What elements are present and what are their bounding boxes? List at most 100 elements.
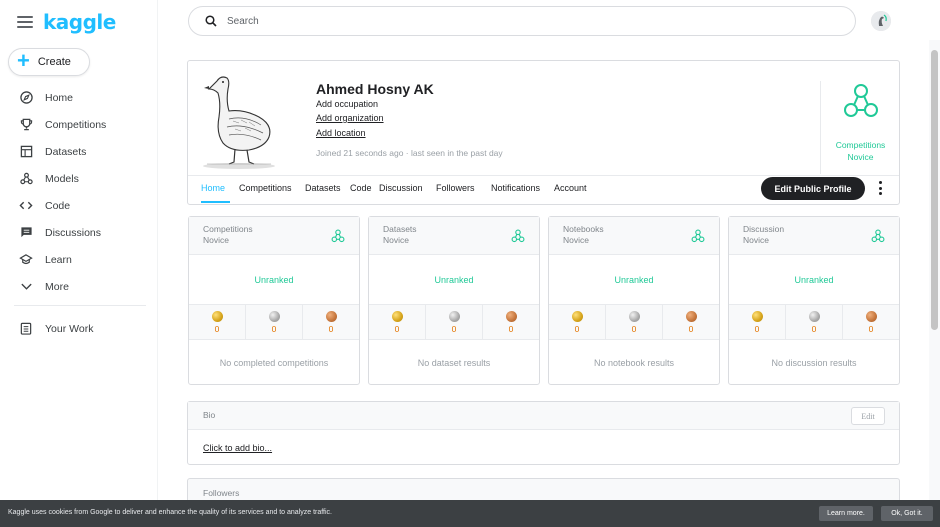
create-label: Create	[37, 56, 71, 68]
tab-account[interactable]: Account	[554, 183, 587, 193]
tier-level: Novice	[847, 152, 874, 162]
sidebar-item-label: Learn	[45, 253, 72, 266]
stats-card-notebooks: Notebooks Novice Unranked 0 0 0 No notebook re…	[548, 216, 720, 385]
profile-tabs: Home Competitions Datasets Code Discussi…	[188, 175, 899, 205]
tab-followers[interactable]: Followers	[436, 183, 475, 193]
kaggle-logo[interactable]: kaggle	[43, 10, 116, 34]
add-location-link[interactable]: Add location	[316, 128, 366, 138]
tab-notifications[interactable]: Notifications	[491, 183, 540, 193]
tab-datasets[interactable]: Datasets	[305, 183, 341, 193]
silver-medal-icon	[268, 311, 280, 322]
sidebar-item-models[interactable]: Models	[0, 165, 158, 192]
tab-discussion[interactable]: Discussion	[379, 183, 423, 193]
silver-medal-icon	[628, 311, 640, 322]
silver-medal-cell: 0	[426, 305, 483, 339]
scrollbar-thumb[interactable]	[931, 50, 938, 330]
silver-count: 0	[811, 324, 817, 334]
card-category: Competitions	[203, 224, 253, 234]
bronze-count: 0	[508, 324, 514, 334]
profile-card: Ahmed Hosny AK Add occupation Add organi…	[187, 60, 900, 205]
card-rank: Unranked	[614, 275, 654, 285]
sidebar-item-label: Models	[45, 172, 79, 185]
table-icon	[19, 145, 33, 159]
sidebar-item-your-work[interactable]: Your Work	[0, 315, 158, 342]
search-icon	[205, 15, 217, 27]
edit-public-profile-button[interactable]: Edit Public Profile	[761, 177, 865, 200]
sidebar-item-datasets[interactable]: Datasets	[0, 138, 158, 165]
card-header: Competitions Novice	[189, 217, 359, 255]
sidebar-item-discussions[interactable]: Discussions	[0, 219, 158, 246]
stats-card-competitions: Competitions Novice Unranked 0 0 0 No complete…	[188, 216, 360, 385]
user-avatar[interactable]	[871, 11, 891, 31]
gold-count: 0	[574, 324, 580, 334]
silver-count: 0	[631, 324, 637, 334]
card-empty-message: No completed competitions	[219, 358, 329, 368]
gold-count: 0	[754, 324, 760, 334]
card-rank: Unranked	[794, 275, 834, 285]
models-icon	[19, 172, 33, 186]
sidebar-item-home[interactable]: Home	[0, 84, 158, 111]
tab-competitions[interactable]: Competitions	[239, 183, 292, 193]
bronze-count: 0	[328, 324, 334, 334]
card-empty-message: No notebook results	[593, 358, 675, 368]
add-bio-link[interactable]: Click to add bio...	[203, 443, 272, 453]
chat-icon	[19, 226, 33, 240]
compass-icon	[19, 91, 33, 105]
nav-divider	[14, 305, 146, 306]
document-list-icon	[19, 322, 33, 336]
tier-icon	[843, 84, 878, 117]
search-input[interactable]: Search	[188, 6, 856, 36]
add-organization-link[interactable]: Add organization	[316, 113, 384, 123]
sidebar-item-label: Your Work	[45, 322, 94, 335]
card-rank: Unranked	[434, 275, 474, 285]
learn-more-button[interactable]: Learn more.	[819, 506, 873, 521]
add-occupation-link[interactable]: Add occupation	[316, 99, 378, 109]
page-scrollbar[interactable]	[929, 40, 940, 527]
gold-count: 0	[394, 324, 400, 334]
cookie-banner: Kaggle uses cookies from Google to deliv…	[0, 500, 940, 527]
sidebar-item-label: Code	[45, 199, 71, 212]
tier-icon	[331, 229, 345, 248]
card-header: Datasets Novice	[369, 217, 539, 255]
bronze-medal-cell: 0	[483, 305, 539, 339]
medal-row: 0 0 0	[189, 304, 359, 340]
gold-medal-icon	[571, 311, 583, 322]
tab-code[interactable]: Code	[350, 183, 372, 193]
card-empty-message: No discussion results	[771, 358, 857, 368]
silver-count: 0	[451, 324, 457, 334]
sidebar-item-label: Discussions	[45, 226, 102, 239]
followers-title: Followers	[203, 488, 240, 498]
silver-medal-cell: 0	[246, 305, 303, 339]
gold-medal-cell: 0	[189, 305, 246, 339]
card-category: Notebooks	[563, 224, 604, 234]
card-header: Discussion Novice	[729, 217, 899, 255]
chevron-down-icon	[19, 280, 33, 294]
sidebar-item-code[interactable]: Code	[0, 192, 158, 219]
bronze-medal-icon	[685, 311, 697, 322]
tier-label: Competitions Novice	[821, 139, 900, 163]
ok-got-it-button[interactable]: Ok, Got it.	[881, 506, 933, 521]
card-title: Competitions Novice	[203, 224, 303, 246]
tier-category: Competitions	[835, 140, 886, 150]
card-title: Notebooks Novice	[563, 224, 663, 246]
silver-medal-cell: 0	[606, 305, 663, 339]
bronze-medal-cell: 0	[663, 305, 719, 339]
gold-medal-icon	[391, 311, 403, 322]
brand: kaggle	[17, 10, 116, 34]
card-title: Discussion Novice	[743, 224, 843, 246]
bronze-medal-cell: 0	[303, 305, 359, 339]
bio-edit-button[interactable]: Edit	[851, 407, 885, 425]
bio-section: Bio Edit Click to add bio...	[187, 401, 900, 465]
create-button[interactable]: + Create	[8, 48, 90, 76]
sidebar-item-more[interactable]: More	[0, 273, 158, 300]
card-tier: Novice	[383, 235, 409, 245]
bronze-medal-icon	[865, 311, 877, 322]
tier-icon	[511, 229, 525, 248]
sidebar-item-competitions[interactable]: Competitions	[0, 111, 158, 138]
sidebar-item-learn[interactable]: Learn	[0, 246, 158, 273]
active-tab-indicator	[201, 201, 230, 203]
bronze-medal-icon	[325, 311, 337, 322]
tab-home[interactable]: Home	[201, 183, 225, 193]
hamburger-menu-icon[interactable]	[17, 16, 33, 28]
more-options-icon[interactable]	[878, 181, 882, 195]
